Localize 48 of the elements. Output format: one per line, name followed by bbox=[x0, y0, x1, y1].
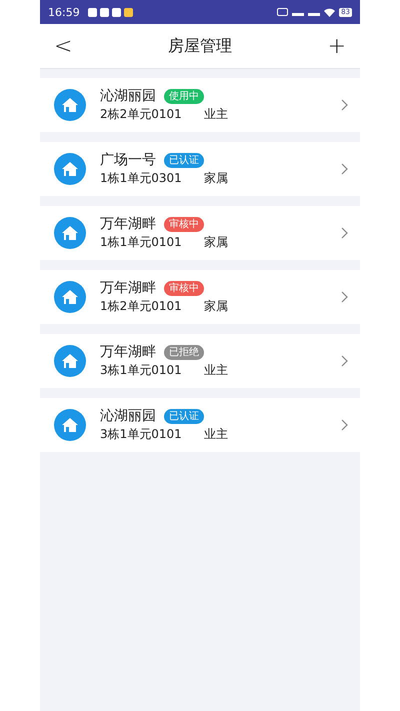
status-time: 16:59 bbox=[48, 6, 80, 18]
resident-role: 家属 bbox=[204, 298, 228, 315]
chevron-icon bbox=[341, 227, 348, 239]
resident-role: 业主 bbox=[204, 362, 228, 379]
resident-role: 业主 bbox=[204, 106, 228, 123]
wifi-icon bbox=[324, 8, 336, 16]
house-item[interactable]: 沁湖丽园 使用中 2栋2单元0101 业主 bbox=[40, 78, 360, 132]
unit-number: 1栋2单元0101 bbox=[100, 298, 182, 315]
status-badge: 审核中 bbox=[164, 280, 204, 296]
hd-icon bbox=[277, 8, 288, 16]
chevron-icon bbox=[341, 419, 348, 431]
resident-role: 家属 bbox=[204, 234, 228, 251]
house-item[interactable]: 广场一号 已认证 1栋1单元0301 家属 bbox=[40, 142, 360, 196]
house-name: 万年湖畔 bbox=[100, 215, 156, 233]
unit-number: 3栋1单元0101 bbox=[100, 426, 182, 443]
chevron-icon bbox=[341, 99, 348, 111]
house-name: 广场一号 bbox=[100, 151, 156, 169]
add-button[interactable]: + bbox=[322, 34, 352, 58]
status-badge: 审核中 bbox=[164, 216, 204, 232]
house-icon bbox=[54, 281, 86, 313]
house-item[interactable]: 万年湖畔 审核中 1栋2单元0101 家属 bbox=[40, 270, 360, 324]
house-name: 沁湖丽园 bbox=[100, 407, 156, 425]
house-icon bbox=[54, 217, 86, 249]
resident-role: 家属 bbox=[204, 170, 228, 187]
house-item[interactable]: 万年湖畔 审核中 1栋1单元0101 家属 bbox=[40, 206, 360, 260]
status-badge: 已认证 bbox=[164, 152, 204, 168]
house-icon bbox=[54, 153, 86, 185]
status-badge: 已认证 bbox=[164, 408, 204, 424]
house-item[interactable]: 万年湖畔 已拒绝 3栋1单元0101 业主 bbox=[40, 334, 360, 388]
status-badge: 使用中 bbox=[164, 88, 204, 104]
status-badge: 已拒绝 bbox=[164, 344, 204, 360]
house-name: 万年湖畔 bbox=[100, 343, 156, 361]
house-name: 沁湖丽园 bbox=[100, 87, 156, 105]
unit-number: 2栋2单元0101 bbox=[100, 106, 182, 123]
chevron-icon bbox=[341, 291, 348, 303]
resident-role: 业主 bbox=[204, 426, 228, 443]
unit-number: 1栋1单元0101 bbox=[100, 234, 182, 251]
page-title: 房屋管理 bbox=[168, 36, 232, 56]
unit-number: 3栋1单元0101 bbox=[100, 362, 182, 379]
back-button[interactable]: < bbox=[48, 34, 78, 58]
house-icon bbox=[54, 89, 86, 121]
chevron-icon bbox=[341, 355, 348, 367]
unit-number: 1栋1单元0301 bbox=[100, 170, 182, 187]
house-item[interactable]: 沁湖丽园 已认证 3栋1单元0101 业主 bbox=[40, 398, 360, 452]
house-name: 万年湖畔 bbox=[100, 279, 156, 297]
chevron-icon bbox=[341, 163, 348, 175]
house-icon bbox=[54, 345, 86, 377]
house-icon bbox=[54, 409, 86, 441]
